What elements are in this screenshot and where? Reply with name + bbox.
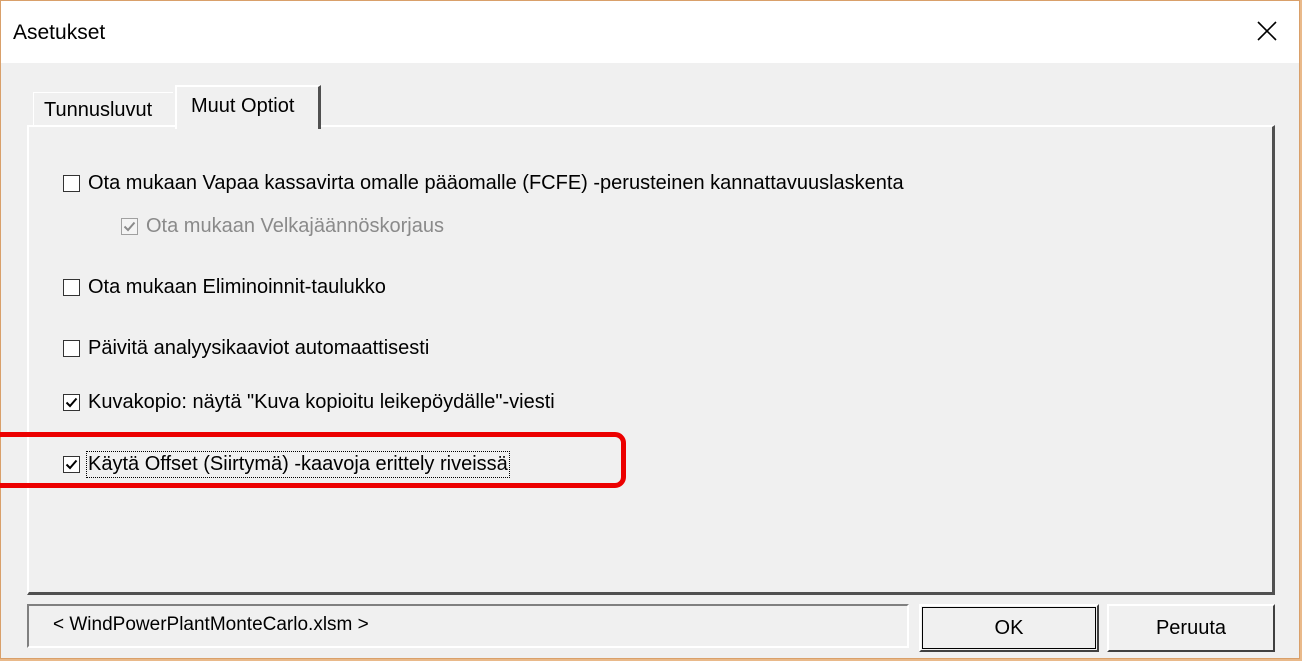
checkbox-unchecked[interactable] (63, 340, 80, 357)
option-label: Ota mukaan Eliminoinnit-taulukko (88, 276, 386, 298)
option-fcfe[interactable]: Ota mukaan Vapaa kassavirta omalle pääom… (63, 172, 904, 195)
tab-label: Muut Optiot (191, 95, 295, 117)
option-kuvakopio[interactable]: Kuvakopio: näytä "Kuva kopioitu leikepöy… (63, 391, 555, 414)
checkbox-checked[interactable] (63, 394, 80, 411)
tab-panel (27, 125, 1275, 595)
tab-label: Tunnusluvut (44, 99, 153, 121)
workbook-name: < WindPowerPlantMonteCarlo.xlsm > (53, 614, 369, 635)
dialog-title: Asetukset (13, 21, 106, 44)
checkbox-checked[interactable] (63, 456, 80, 473)
title-bar: Asetukset (1, 1, 1299, 63)
option-label: Kuvakopio: näytä "Kuva kopioitu leikepöy… (88, 391, 555, 413)
checkmark-icon (65, 459, 78, 470)
checkbox-unchecked[interactable] (63, 175, 80, 192)
checkmark-icon (65, 397, 78, 408)
settings-dialog: Asetukset Tunnusluvut Muut Optiot Ota mu… (0, 0, 1300, 659)
option-paivita-kaaviot[interactable]: Päivitä analyysikaaviot automaattisesti (63, 337, 429, 360)
close-button[interactable] (1247, 11, 1287, 51)
tab-tunnusluvut[interactable]: Tunnusluvut (33, 92, 173, 127)
checkmark-icon (123, 221, 136, 232)
active-tab-join (177, 123, 318, 129)
ok-button[interactable]: OK (919, 604, 1099, 652)
option-label: Päivitä analyysikaaviot automaattisesti (88, 337, 430, 359)
close-icon (1257, 21, 1277, 41)
option-label: Ota mukaan Velkajäännöskorjaus (146, 215, 444, 237)
option-velkajaannoskorjaus: Ota mukaan Velkajäännöskorjaus (121, 215, 444, 238)
option-label: Käytä Offset (Siirtymä) -kaavoja erittel… (86, 451, 510, 478)
option-label: Ota mukaan Vapaa kassavirta omalle pääom… (88, 172, 904, 194)
checkbox-checked-disabled (121, 218, 138, 235)
cancel-button[interactable]: Peruuta (1107, 604, 1275, 652)
option-eliminoinnit[interactable]: Ota mukaan Eliminoinnit-taulukko (63, 276, 386, 299)
option-offset-kaavat[interactable]: Käytä Offset (Siirtymä) -kaavoja erittel… (63, 451, 510, 478)
checkbox-unchecked[interactable] (63, 279, 80, 296)
workbook-name-field: < WindPowerPlantMonteCarlo.xlsm > (27, 604, 909, 648)
